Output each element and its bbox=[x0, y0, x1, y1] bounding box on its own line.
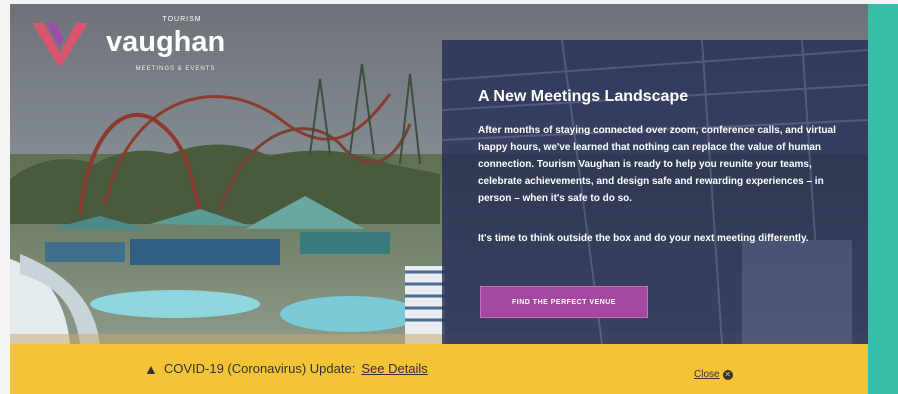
panel-title: A New Meetings Landscape bbox=[478, 88, 689, 105]
alert-message: ▲ COVID-19 (Coronavirus) Update: See Det… bbox=[144, 361, 428, 376]
find-venue-button[interactable]: FIND THE PERFECT VENUE bbox=[480, 286, 648, 318]
hero-banner: TOURISM vaughan MEETINGS & EVENTS A New … bbox=[10, 4, 868, 344]
page: TOURISM vaughan MEETINGS & EVENTS A New … bbox=[0, 0, 898, 394]
tourism-vaughan-logo[interactable]: TOURISM vaughan MEETINGS & EVENTS bbox=[30, 14, 250, 78]
side-accent-strip bbox=[868, 4, 898, 394]
logo-v-mark-icon bbox=[32, 23, 88, 65]
close-circle-icon: ✕ bbox=[722, 369, 733, 380]
close-alert-button[interactable]: Close ✕ bbox=[694, 369, 733, 380]
panel-body-text: After months of staying connected over z… bbox=[478, 125, 836, 204]
logo-tourism-text: TOURISM bbox=[162, 16, 202, 23]
warning-triangle-icon: ▲ bbox=[144, 360, 158, 377]
logo-vaughan-text: vaughan bbox=[106, 26, 226, 58]
covid-alert-bar: ▲ COVID-19 (Coronavirus) Update: See Det… bbox=[10, 344, 868, 394]
close-label: Close bbox=[694, 369, 720, 380]
see-details-link[interactable]: See Details bbox=[361, 361, 427, 376]
logo-meetings-events-text: MEETINGS & EVENTS bbox=[135, 66, 216, 72]
meetings-info-panel: A New Meetings Landscape After months of… bbox=[442, 40, 868, 344]
panel-body-text-2: It's time to think outside the box and d… bbox=[478, 233, 809, 244]
alert-message-text: COVID-19 (Coronavirus) Update: bbox=[163, 361, 356, 376]
